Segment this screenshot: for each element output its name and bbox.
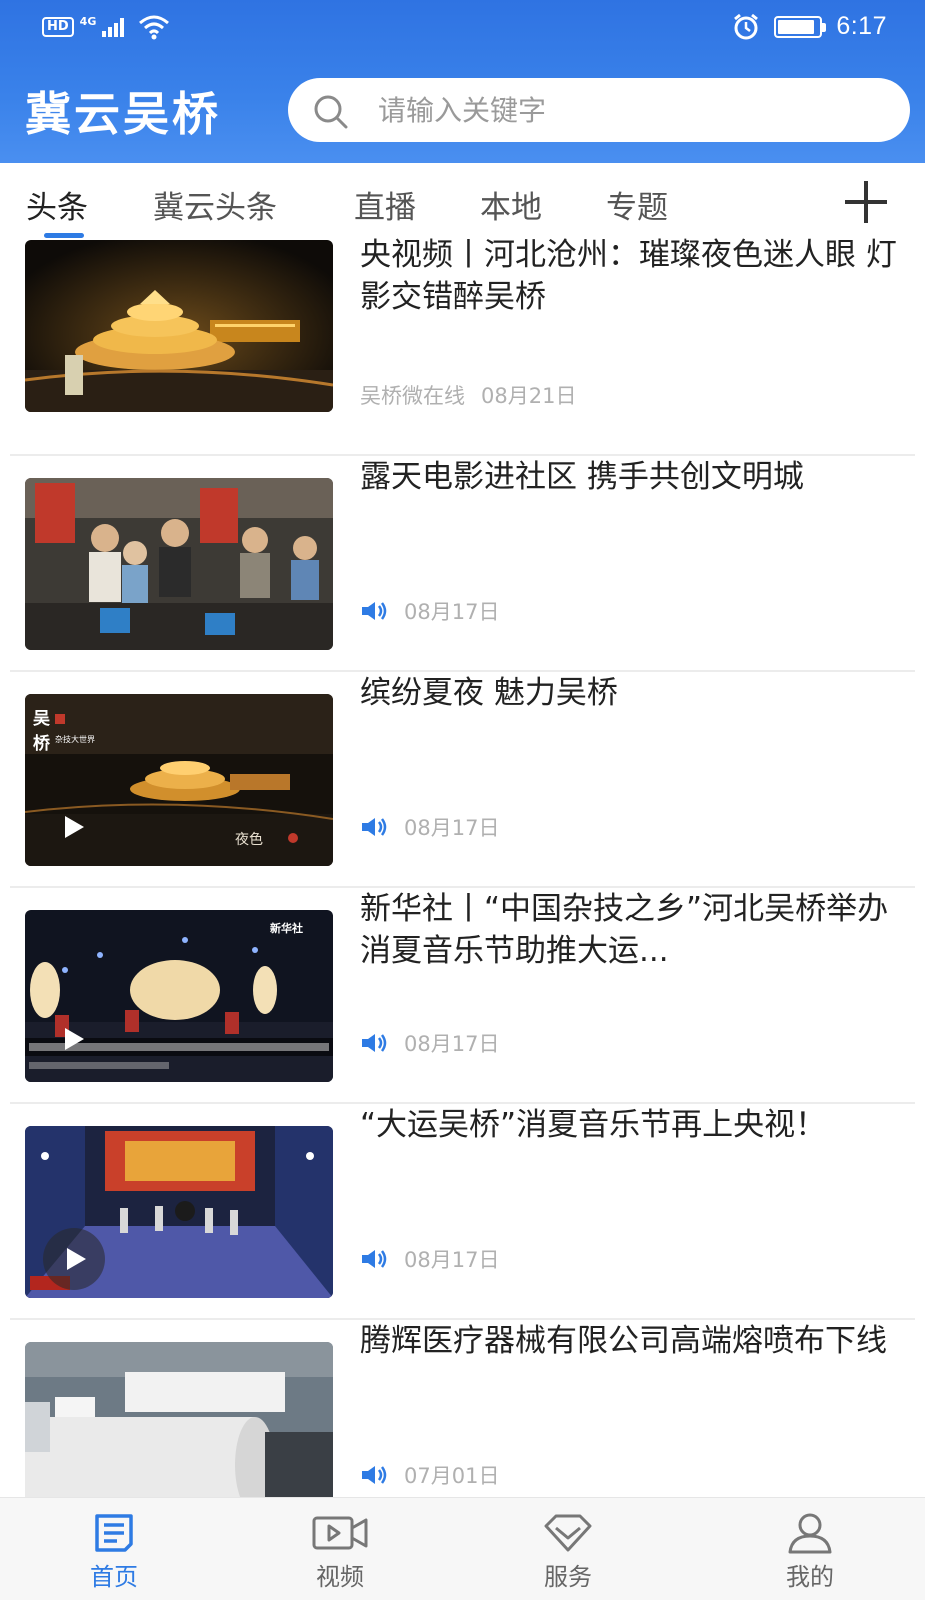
alarm-icon — [734, 13, 759, 39]
news-date: 08月21日 — [481, 384, 577, 408]
news-title: 缤纷夏夜 魅力吴桥 — [360, 675, 618, 711]
status-left: HD 4G — [42, 14, 170, 40]
news-title: 新华社丨“中国杂技之乡”河北吴桥举办消夏音乐节助推大运... — [360, 891, 889, 969]
svg-text:杂技大世界: 杂技大世界 — [55, 734, 95, 744]
search-bar[interactable] — [288, 78, 910, 142]
news-item[interactable]: “大运吴桥”消夏音乐节再上央视！ 08月17日 — [10, 1104, 915, 1320]
news-meta: 吴桥微在线 08月21日 — [360, 380, 576, 410]
tab-local[interactable]: 本地 — [480, 182, 542, 227]
news-title: 腾辉医疗器械有限公司高端熔喷布下线 — [360, 1323, 887, 1359]
news-source: 吴桥微在线 — [360, 384, 465, 408]
play-icon[interactable] — [67, 1248, 86, 1270]
news-thumbnail — [25, 478, 333, 650]
nav-profile[interactable]: 我的 — [750, 1512, 870, 1592]
tab-jiyun-headlines[interactable]: 冀云头条 — [153, 182, 277, 227]
news-date: 08月17日 — [404, 600, 500, 624]
nav-home-label: 首页 — [90, 1563, 138, 1591]
play-icon[interactable] — [65, 1028, 84, 1050]
news-thumbnail: 吴 桥 杂技大世界 夜色 — [25, 694, 333, 866]
news-date: 08月17日 — [404, 816, 500, 840]
news-thumbnail: 新华社 — [25, 910, 333, 1082]
news-meta: 07月01日 — [360, 1460, 499, 1490]
nav-video[interactable]: 视频 — [280, 1512, 400, 1592]
nav-service-label: 服务 — [544, 1563, 592, 1591]
news-thumbnail — [25, 1342, 333, 1514]
nav-profile-label: 我的 — [786, 1563, 834, 1591]
news-item[interactable]: 露天电影进社区 携手共创文明城 08月17日 — [10, 456, 915, 672]
service-diamond-icon — [544, 1514, 592, 1552]
tab-live[interactable]: 直播 — [354, 182, 416, 227]
audio-icon[interactable] — [360, 1032, 388, 1054]
nav-video-label: 视频 — [316, 1563, 364, 1591]
user-profile-icon — [788, 1513, 832, 1554]
category-tabs: 头条 冀云头条 直播 本地 专题 — [0, 163, 925, 240]
status-bar: HD 4G 6:17 — [0, 0, 925, 58]
status-right: 6:17 — [732, 12, 887, 41]
add-tab-icon[interactable] — [845, 181, 887, 223]
svg-text:新华社: 新华社 — [270, 921, 303, 935]
news-item[interactable]: 吴 桥 杂技大世界 夜色 缤纷夏夜 魅力吴桥 08月17日 — [10, 672, 915, 888]
news-list: 央视频丨河北沧州：璀璨夜色迷人眼 灯影交错醉吴桥 吴桥微在线 08月21日 露天… — [0, 237, 925, 1536]
play-icon[interactable] — [65, 816, 84, 838]
home-news-icon — [95, 1514, 133, 1552]
audio-icon[interactable] — [360, 600, 388, 622]
nav-home[interactable]: 首页 — [54, 1512, 174, 1592]
news-date: 07月01日 — [404, 1464, 500, 1488]
news-item[interactable]: 央视频丨河北沧州：璀璨夜色迷人眼 灯影交错醉吴桥 吴桥微在线 08月21日 — [10, 237, 915, 456]
clock: 6:17 — [836, 12, 887, 40]
hd-badge: HD — [42, 17, 74, 37]
active-tab-indicator — [44, 233, 84, 238]
audio-icon[interactable] — [360, 816, 388, 838]
battery-icon — [774, 15, 827, 38]
app-title: 冀云吴桥 — [25, 87, 221, 141]
news-meta: 08月17日 — [360, 1244, 499, 1274]
svg-text:吴: 吴 — [33, 709, 50, 729]
audio-icon[interactable] — [360, 1464, 388, 1486]
news-title: 露天电影进社区 携手共创文明城 — [360, 459, 804, 495]
news-meta: 08月17日 — [360, 596, 499, 626]
search-icon — [314, 95, 348, 129]
news-item[interactable]: 新华社 新华社丨“中国杂技之乡”河北吴桥举办消夏音乐节助推大运... 08月17… — [10, 888, 915, 1104]
news-title: “大运吴桥”消夏音乐节再上央视！ — [360, 1107, 827, 1143]
video-camera-icon — [312, 1516, 368, 1550]
tab-topics[interactable]: 专题 — [606, 182, 668, 227]
nav-service[interactable]: 服务 — [508, 1512, 628, 1592]
news-date: 08月17日 — [404, 1032, 500, 1056]
tab-headlines[interactable]: 头条 — [26, 182, 88, 227]
wifi-icon — [139, 15, 170, 40]
audio-icon[interactable] — [360, 1248, 388, 1270]
network-type: 4G — [79, 14, 97, 28]
news-meta: 08月17日 — [360, 812, 499, 842]
news-date: 08月17日 — [404, 1248, 500, 1272]
bottom-nav: 首页 视频 服务 我的 — [0, 1497, 925, 1600]
svg-text:桥: 桥 — [33, 734, 51, 754]
news-thumbnail — [25, 240, 333, 412]
app-header: HD 4G 6:17 冀云吴桥 — [0, 0, 925, 163]
news-title: 央视频丨河北沧州：璀璨夜色迷人眼 灯影交错醉吴桥 — [360, 237, 897, 315]
signal-icon — [102, 17, 125, 37]
svg-text:夜色: 夜色 — [235, 831, 263, 848]
search-input[interactable] — [378, 78, 888, 142]
news-thumbnail — [25, 1126, 333, 1298]
news-meta: 08月17日 — [360, 1028, 499, 1058]
